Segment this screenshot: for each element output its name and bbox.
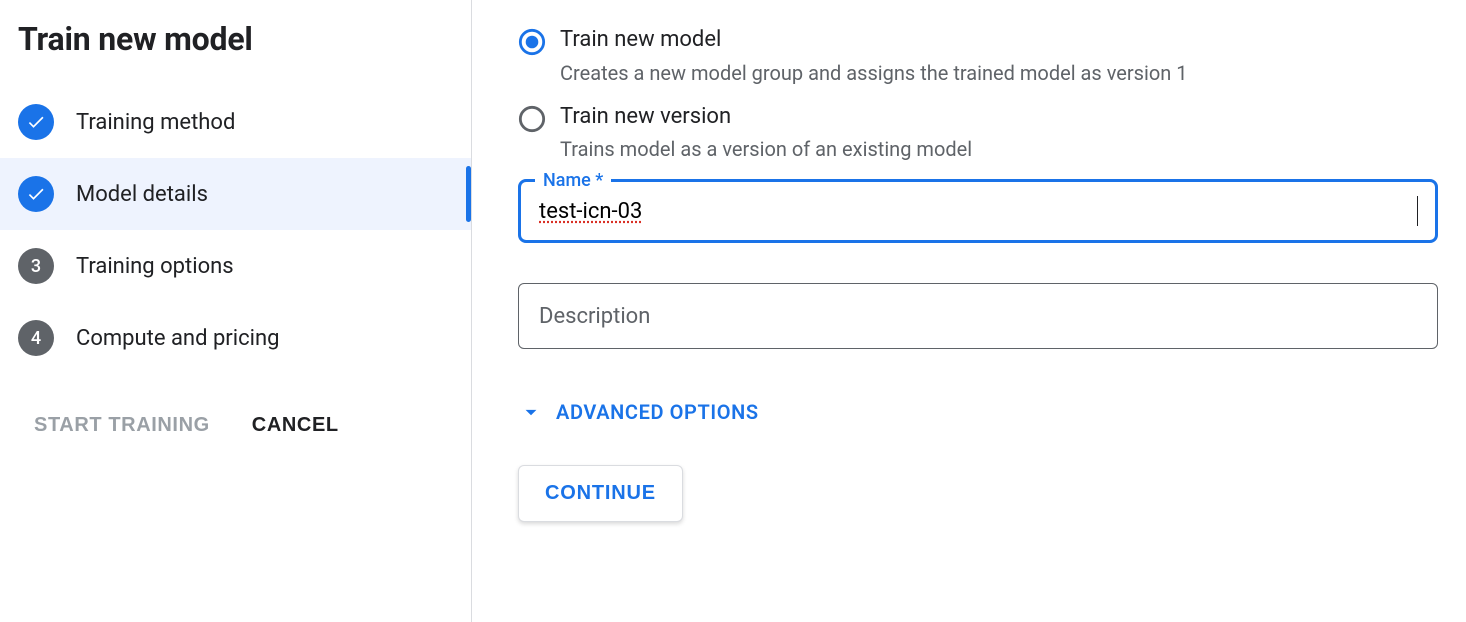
radio-desc: Creates a new model group and assigns th…: [560, 61, 1188, 85]
check-icon: [18, 104, 54, 140]
chevron-down-icon: [518, 399, 544, 425]
advanced-options-label: ADVANCED OPTIONS: [556, 400, 759, 424]
page-title: Train new model: [18, 20, 471, 58]
main-panel: Train new model Creates a new model grou…: [472, 0, 1466, 622]
step-compute-pricing[interactable]: 4 Compute and pricing: [0, 302, 471, 374]
radio-unselected-icon[interactable]: [518, 105, 546, 133]
stepper: Training method Model details 3 Training…: [0, 86, 471, 374]
text-caret: [1417, 196, 1418, 226]
radio-desc: Trains model as a version of an existing…: [560, 137, 972, 161]
step-number-icon: 3: [18, 248, 54, 284]
check-icon: [18, 176, 54, 212]
radio-train-new-version[interactable]: Train new version Trains model as a vers…: [518, 103, 1438, 162]
step-label: Training options: [76, 254, 234, 279]
step-training-method[interactable]: Training method: [0, 86, 471, 158]
radio-train-new-model[interactable]: Train new model Creates a new model grou…: [518, 26, 1438, 85]
sidebar-actions: START TRAINING CANCEL: [34, 414, 471, 437]
radio-title: Train new model: [560, 26, 1188, 55]
step-label: Model details: [76, 182, 208, 207]
step-number-icon: 4: [18, 320, 54, 356]
name-label: Name *: [535, 170, 611, 191]
radio-title: Train new version: [560, 103, 972, 132]
step-label: Compute and pricing: [76, 326, 279, 351]
radio-selected-icon[interactable]: [518, 28, 546, 56]
step-model-details[interactable]: Model details: [0, 158, 471, 230]
step-training-options[interactable]: 3 Training options: [0, 230, 471, 302]
cancel-button[interactable]: CANCEL: [252, 414, 339, 437]
description-input[interactable]: [537, 303, 1419, 330]
description-field[interactable]: [518, 283, 1438, 349]
sidebar: Train new model Training method Model de…: [0, 0, 472, 622]
continue-button[interactable]: CONTINUE: [518, 465, 683, 522]
advanced-options-toggle[interactable]: ADVANCED OPTIONS: [518, 399, 759, 425]
name-field[interactable]: Name *: [518, 179, 1438, 243]
name-input[interactable]: [537, 198, 1419, 225]
step-label: Training method: [76, 110, 235, 135]
start-training-button: START TRAINING: [34, 414, 210, 437]
